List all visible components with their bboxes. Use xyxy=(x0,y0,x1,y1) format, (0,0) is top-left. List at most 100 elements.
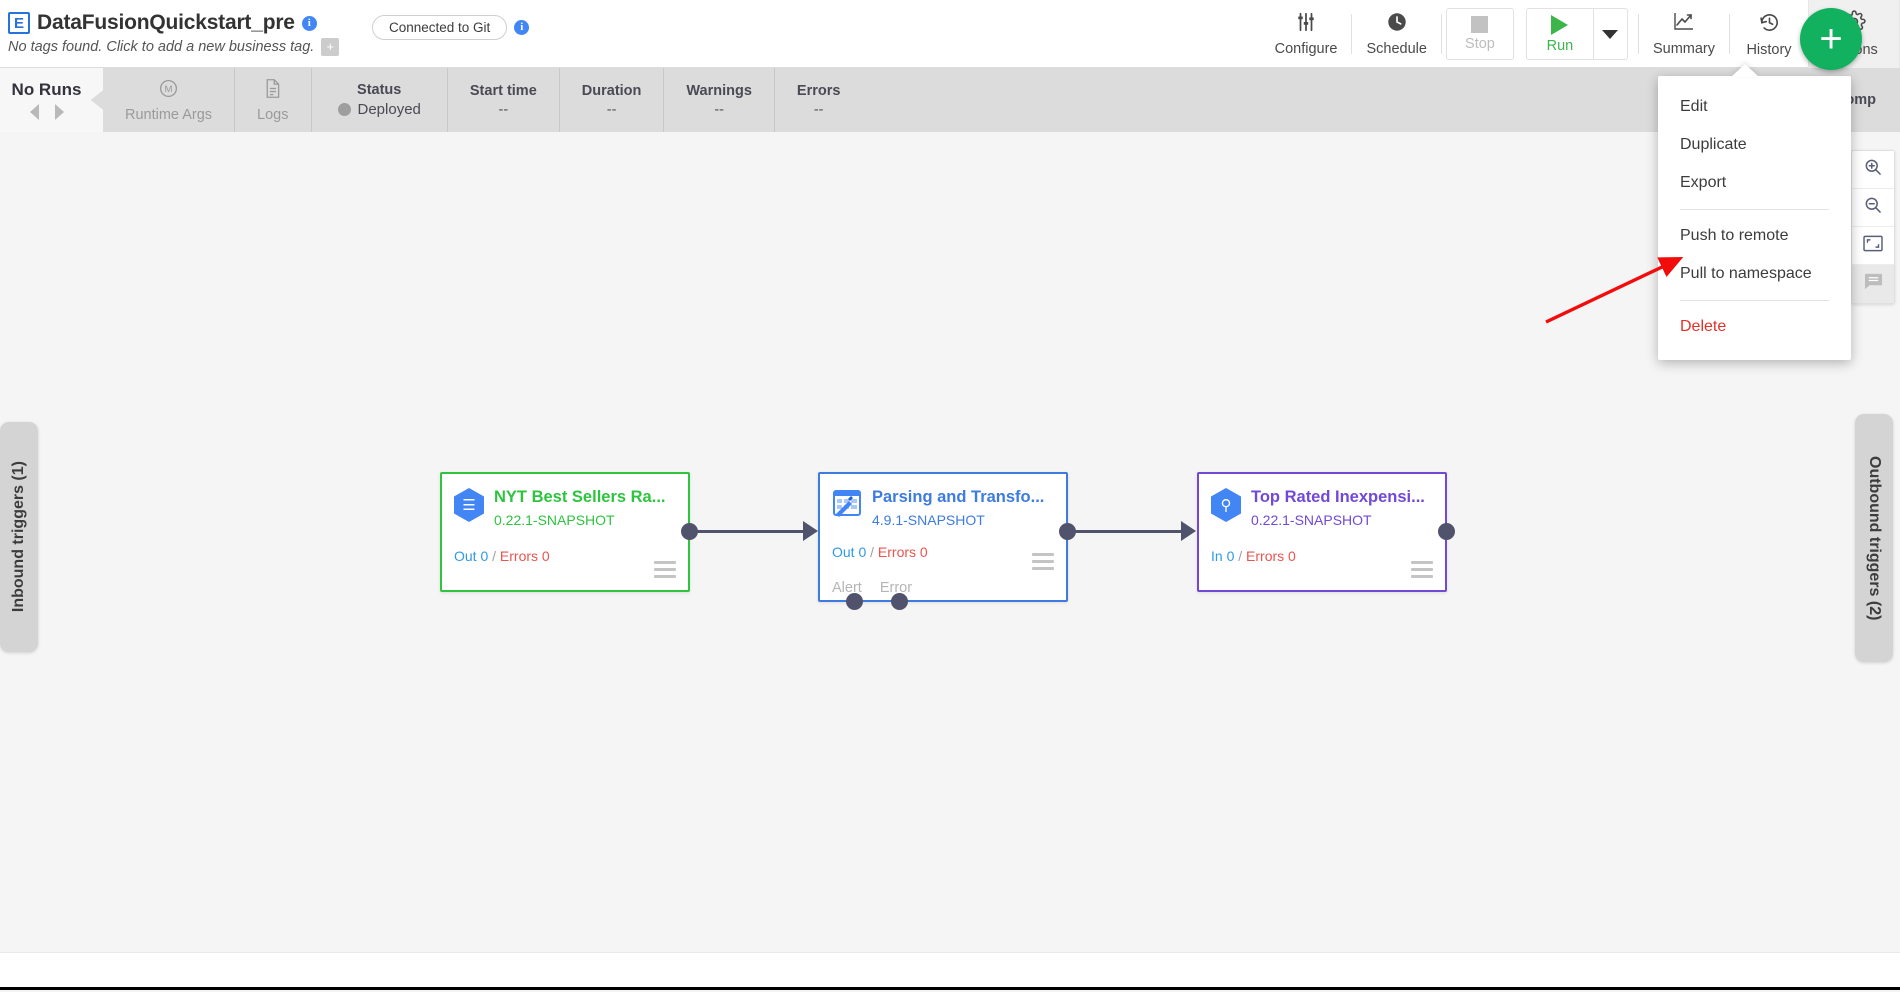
configure-label: Configure xyxy=(1274,41,1338,57)
history-label: History xyxy=(1746,41,1792,58)
bottom-status-bar xyxy=(0,952,1900,990)
node-metric-separator: / xyxy=(870,544,875,560)
stop-label: Stop xyxy=(1465,36,1495,52)
menu-item-edit[interactable]: Edit xyxy=(1658,88,1851,126)
svg-text:M: M xyxy=(165,84,173,95)
menu-item-export[interactable]: Export xyxy=(1658,164,1851,202)
node-header: Parsing and Transfo... 4.9.1-SNAPSHOT xyxy=(820,474,1066,528)
fit-to-screen-button[interactable] xyxy=(1852,227,1894,265)
configure-button[interactable]: Configure xyxy=(1261,0,1352,68)
stop-square-icon xyxy=(1471,16,1489,33)
node-header: ⚲ Top Rated Inexpensi... 0.22.1-SNAPSHOT xyxy=(1199,474,1445,528)
status-value: Deployed xyxy=(357,101,421,118)
pipeline-tags-row[interactable]: No tags found. Click to add a new busine… xyxy=(8,38,360,56)
node-metrics: Out 0 / Errors 0 xyxy=(832,544,928,560)
run-controls-group: Stop xyxy=(1442,0,1518,68)
pipeline-title-row: E DataFusionQuickstart_pre i xyxy=(8,11,360,35)
node-menu-button[interactable] xyxy=(654,561,676,582)
add-plugin-fab-button[interactable]: + xyxy=(1800,8,1862,70)
menu-caret xyxy=(1731,64,1759,77)
page-title: DataFusionQuickstart_pre xyxy=(37,11,295,34)
node-title: Top Rated Inexpensi... xyxy=(1251,488,1425,506)
status-dot-icon xyxy=(337,103,351,116)
zoom-in-icon xyxy=(1863,157,1883,182)
node-out-metric: Out 0 xyxy=(454,548,489,564)
start-time-header: Start time xyxy=(469,82,537,99)
chevron-right-icon[interactable] xyxy=(54,104,64,120)
node-menu-button[interactable] xyxy=(1032,553,1054,574)
node-out-metric: Out 0 xyxy=(832,544,867,560)
pipeline-node-source[interactable]: ☰ NYT Best Sellers Ra... 0.22.1-SNAPSHOT… xyxy=(440,472,698,592)
chevron-down-icon xyxy=(1602,29,1619,39)
git-connection-badge[interactable]: Connected to Git xyxy=(372,14,508,40)
node-title: Parsing and Transfo... xyxy=(872,488,1045,506)
menu-divider xyxy=(1680,300,1829,301)
stop-button[interactable]: Stop xyxy=(1445,8,1514,60)
logs-button[interactable]: Logs xyxy=(235,68,312,132)
outbound-triggers-tab[interactable]: Outbound triggers (2) xyxy=(1855,414,1893,662)
runtime-args-button[interactable]: M Runtime Args xyxy=(103,68,236,132)
run-button[interactable]: Run xyxy=(1525,8,1594,60)
info-icon[interactable]: i xyxy=(301,15,317,31)
zoom-in-button[interactable] xyxy=(1852,151,1894,189)
info-icon[interactable]: i xyxy=(514,19,530,35)
connector-line-2 xyxy=(1075,530,1190,533)
schedule-label: Schedule xyxy=(1366,41,1427,57)
start-time-cell: Start time -- xyxy=(448,68,560,132)
pipeline-identity: E DataFusionQuickstart_pre i No tags fou… xyxy=(0,0,360,67)
node-output-port[interactable] xyxy=(681,523,698,540)
node-errors-metric: Errors 0 xyxy=(499,548,550,564)
comments-icon xyxy=(1863,272,1884,296)
summary-label: Summary xyxy=(1652,41,1715,57)
chevron-left-icon[interactable] xyxy=(29,104,39,120)
comments-button[interactable] xyxy=(1852,265,1894,303)
outbound-triggers-label: Outbound triggers (2) xyxy=(1866,455,1883,621)
menu-item-delete[interactable]: Delete xyxy=(1658,308,1851,346)
warnings-value: -- xyxy=(714,101,724,118)
status-cell: Status Deployed xyxy=(312,68,448,132)
menu-item-duplicate[interactable]: Duplicate xyxy=(1658,126,1851,164)
node-menu-button[interactable] xyxy=(1411,561,1433,582)
run-options-dropdown[interactable] xyxy=(1593,8,1628,60)
errors-cell: Errors -- xyxy=(775,68,863,132)
schedule-button[interactable]: Schedule xyxy=(1352,0,1440,68)
node-output-port[interactable] xyxy=(1059,523,1076,540)
connector-arrow-1 xyxy=(803,521,818,541)
sliders-icon xyxy=(1295,11,1317,38)
node-metric-separator: / xyxy=(1238,548,1243,564)
chart-line-icon xyxy=(1672,11,1696,38)
duration-header: Duration xyxy=(581,82,642,99)
history-button[interactable]: History xyxy=(1730,0,1808,68)
run-status-bar: No Runs M Runtime Args Logs Status Deplo… xyxy=(0,68,1900,132)
no-runs-indicator: No Runs xyxy=(0,68,103,132)
node-header: ☰ NYT Best Sellers Ra... 0.22.1-SNAPSHOT xyxy=(442,474,688,528)
duration-cell: Duration -- xyxy=(560,68,665,132)
summary-button[interactable]: Summary xyxy=(1639,0,1729,68)
actions-dropdown-menu: Edit Duplicate Export Push to remote Pul… xyxy=(1658,76,1851,360)
node-output-port[interactable] xyxy=(1438,523,1455,540)
node-metric-separator: / xyxy=(492,548,497,564)
menu-item-push-to-remote[interactable]: Push to remote xyxy=(1658,217,1851,255)
clock-icon xyxy=(1386,11,1408,38)
git-status-group: Connected to Git i xyxy=(372,12,530,42)
inbound-triggers-tab[interactable]: Inbound triggers (1) xyxy=(0,422,38,652)
pipeline-canvas[interactable]: Inbound triggers (1) Outbound triggers (… xyxy=(0,132,1900,952)
zoom-out-button[interactable] xyxy=(1852,189,1894,227)
duration-value: -- xyxy=(606,101,617,118)
bigquery-sink-icon: ⚲ xyxy=(1211,488,1241,522)
runtime-args-label: Runtime Args xyxy=(125,106,213,123)
history-clock-icon xyxy=(1758,11,1781,39)
node-error-port[interactable] xyxy=(891,593,908,610)
run-button-group: Run xyxy=(1518,0,1628,68)
menu-item-pull-to-namespace[interactable]: Pull to namespace xyxy=(1658,255,1851,293)
warnings-header: Warnings xyxy=(686,82,752,99)
node-version: 0.22.1-SNAPSHOT xyxy=(1251,511,1372,528)
pipeline-studio-icon: E xyxy=(8,12,30,34)
add-tag-button[interactable]: + xyxy=(321,38,340,56)
node-errors-metric: Errors 0 xyxy=(1246,548,1296,564)
play-icon xyxy=(1551,14,1569,35)
node-alert-port[interactable] xyxy=(846,593,863,610)
pipeline-node-transform[interactable]: Parsing and Transfo... 4.9.1-SNAPSHOT Ou… xyxy=(818,472,1076,610)
node-metrics: In 0 / Errors 0 xyxy=(1211,548,1296,564)
pipeline-node-sink[interactable]: ⚲ Top Rated Inexpensi... 0.22.1-SNAPSHOT… xyxy=(1197,472,1455,592)
